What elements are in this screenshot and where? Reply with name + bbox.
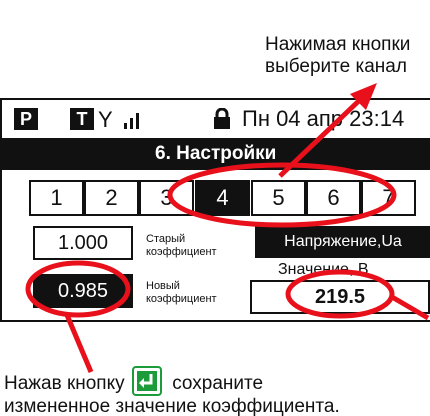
new-coefficient-field[interactable]: 0.985 <box>33 274 133 308</box>
device-screen: P T Y Пн 04 апр 23:14 6. Настройки 1 2 3… <box>0 98 430 322</box>
bottom-callout-prefix: Нажав кнопку <box>4 373 125 395</box>
signal-icon <box>120 109 146 129</box>
channel-4-selected[interactable]: 4 <box>195 180 250 216</box>
bottom-callout-line1: Нажав кнопку сохраните <box>4 366 424 396</box>
channel-6[interactable]: 6 <box>306 180 361 216</box>
enter-key-icon <box>131 366 162 396</box>
screen-title-bar: 6. Настройки <box>2 138 430 170</box>
antenna-icon: Y <box>98 107 113 132</box>
value-label: Значение, В <box>278 261 369 278</box>
bottom-pointer-line <box>64 314 94 373</box>
bottom-callout-line2: измененное значение коэффициента. <box>4 396 340 416</box>
channel-2[interactable]: 2 <box>84 180 139 216</box>
old-coefficient-label: Старый коэффициент <box>146 233 217 258</box>
parameter-name: Напряжение,Ua <box>255 226 430 258</box>
new-coefficient-label: Новый коэффициент <box>146 280 217 305</box>
datetime-display: Пн 04 апр 23:14 <box>242 106 405 131</box>
instruction-figure: Нажимая кнопки выберите канал P T Y Пн 0… <box>0 0 430 416</box>
bottom-callout: Нажав кнопку сохраните измененное значен… <box>4 366 424 416</box>
top-callout: Нажимая кнопки выберите канал <box>265 34 411 77</box>
screen-title: 6. Настройки <box>155 143 277 164</box>
channel-5[interactable]: 5 <box>251 180 306 216</box>
mode-icon: P <box>14 108 38 130</box>
channel-1[interactable]: 1 <box>29 180 84 216</box>
tool-icon: T <box>70 108 94 130</box>
channel-3[interactable]: 3 <box>139 180 194 216</box>
bottom-callout-suffix: сохраните <box>172 373 264 395</box>
old-coefficient-value: 1.000 <box>33 226 133 260</box>
channel-selector: 1 2 3 4 5 6 7 <box>29 180 421 216</box>
channel-7[interactable]: 7 <box>361 180 416 216</box>
measured-value: 219.5 <box>250 280 430 314</box>
status-bar: P T Y Пн 04 апр 23:14 <box>2 100 430 140</box>
lock-icon <box>214 108 230 129</box>
